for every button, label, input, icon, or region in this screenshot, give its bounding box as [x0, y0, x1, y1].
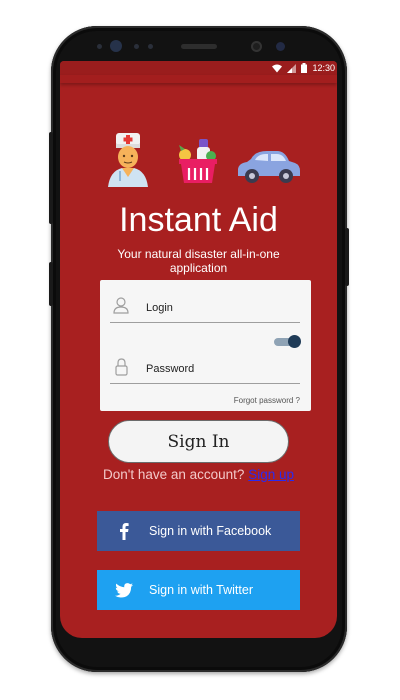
- twitter-signin-button[interactable]: Sign in with Twitter: [97, 570, 300, 610]
- doctor-icon: [108, 133, 148, 187]
- front-camera: [110, 40, 122, 52]
- facebook-icon: [107, 522, 141, 540]
- car-icon: [238, 151, 300, 183]
- status-bar: 12:30: [60, 61, 337, 75]
- twitter-icon: [107, 582, 141, 598]
- remember-toggle[interactable]: [274, 335, 301, 348]
- sensor: [134, 44, 139, 49]
- sensor: [148, 44, 153, 49]
- password-underline: [110, 383, 300, 384]
- login-card: Login Password Forgot password ?: [100, 280, 311, 411]
- twitter-label: Sign in with Twitter: [149, 583, 253, 597]
- sign-up-link[interactable]: Sign up: [248, 467, 294, 482]
- no-account-text: Don't have an account?: [103, 467, 245, 482]
- lock-icon: [115, 358, 128, 376]
- app-bar: [60, 75, 337, 83]
- bixby-button: [49, 262, 53, 306]
- facebook-label: Sign in with Facebook: [149, 524, 272, 538]
- app-screen: 12:30 Instant Aid Your natural disaster …: [60, 61, 337, 638]
- forgot-password-link[interactable]: Forgot password ?: [234, 396, 300, 405]
- volume-button: [49, 132, 53, 224]
- status-time: 12:30: [312, 63, 335, 73]
- sensor: [251, 41, 262, 52]
- app-subtitle: Your natural disaster all-in-one applica…: [117, 247, 280, 275]
- app-title: Instant Aid: [119, 201, 278, 239]
- sign-in-button[interactable]: Sign In: [108, 420, 289, 463]
- wifi-icon: [272, 64, 283, 72]
- power-button: [345, 228, 349, 286]
- signal-icon: [287, 63, 297, 73]
- earpiece-speaker: [181, 44, 217, 49]
- iris-scanner: [276, 42, 285, 51]
- toggle-knob: [288, 335, 301, 348]
- login-field[interactable]: Login: [146, 302, 173, 314]
- signup-row: Don't have an account? Sign up: [60, 467, 337, 482]
- battery-icon: [301, 63, 308, 73]
- user-icon: [113, 297, 129, 314]
- grocery-basket-icon: [179, 139, 217, 183]
- sensor: [97, 44, 102, 49]
- login-underline: [110, 322, 300, 323]
- facebook-signin-button[interactable]: Sign in with Facebook: [97, 511, 300, 551]
- password-field[interactable]: Password: [146, 363, 194, 375]
